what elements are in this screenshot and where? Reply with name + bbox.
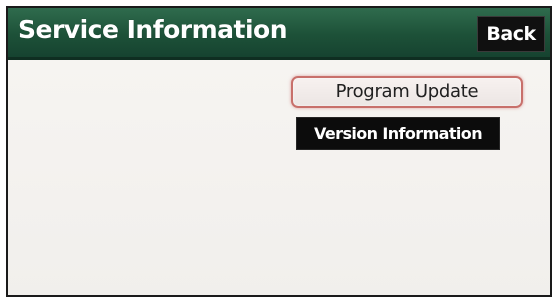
screen-frame: Service Information Back Program Update … [0,0,558,303]
title-bar: Service Information Back [8,8,550,60]
display-screen: Service Information Back Program Update … [6,6,552,297]
program-update-button[interactable]: Program Update [291,76,523,108]
page-title: Service Information [18,15,288,44]
version-information-button[interactable]: Version Information [296,117,500,150]
back-button[interactable]: Back [477,16,545,52]
menu-area: Program Update Version Information [8,60,550,295]
